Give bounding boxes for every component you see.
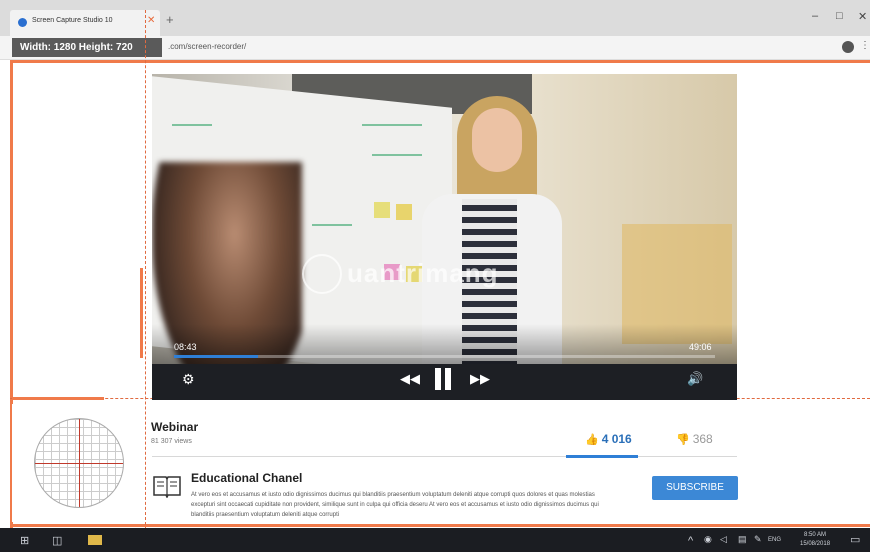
capture-border-top: [10, 60, 870, 63]
capture-handle-bottom-left[interactable]: [12, 397, 104, 400]
taskbar: ⊞ ◫ ^ ◉ ◁ ▤ ✎ ENG 8:50 AM 15/08/2018 ▭: [0, 528, 870, 552]
magnifier-crosshair: [34, 418, 124, 508]
notification-icon[interactable]: ▭: [850, 533, 860, 546]
close-window-button[interactable]: ✕: [858, 10, 867, 23]
subscribe-button[interactable]: SUBSCRIBE: [652, 476, 738, 500]
pause-button[interactable]: [432, 368, 454, 390]
whiteboard-writing: [172, 124, 212, 126]
speaker-icon[interactable]: ◁: [720, 534, 727, 545]
forward-button[interactable]: ▶▶: [470, 372, 490, 386]
like-ratio-fill: [566, 455, 638, 458]
progress-fill: [174, 355, 258, 358]
presenter-face: [472, 108, 522, 172]
whiteboard-writing: [362, 124, 422, 126]
app-favicon-icon: [18, 18, 27, 27]
browser-menu-icon[interactable]: ⋮: [860, 40, 870, 51]
pause-bar-icon: [445, 368, 451, 390]
capture-dimensions-label: Width: 1280 Height: 720: [12, 38, 162, 57]
guide-line-vertical: [145, 10, 146, 530]
dislike-count: 368: [692, 432, 713, 446]
extension-icon[interactable]: [842, 41, 854, 53]
total-time: 49:06: [689, 342, 712, 352]
current-time: 08:43: [174, 342, 197, 352]
task-view-icon[interactable]: ◫: [52, 534, 62, 547]
rewind-button[interactable]: ◀◀: [400, 372, 420, 386]
browser-tab-bar: Screen Capture Studio 10 ✕ + – □ ✕: [0, 0, 870, 36]
channel-description: At vero eos et accusamus et iusto odio d…: [191, 492, 599, 518]
watermark: uantrimang: [347, 258, 499, 288]
like-button[interactable]: 👍 4 016: [585, 432, 632, 446]
minimize-button[interactable]: –: [812, 10, 818, 22]
like-count: 4 016: [601, 432, 632, 446]
language-indicator[interactable]: ENG: [768, 537, 781, 543]
screen: Screen Capture Studio 10 ✕ + – □ ✕ .com/…: [0, 0, 870, 552]
book-icon: [153, 476, 181, 498]
sticky-note: [396, 204, 412, 220]
browser-tab[interactable]: Screen Capture Studio 10 ✕: [10, 10, 160, 36]
sticky-note: [374, 202, 390, 218]
pen-icon[interactable]: ✎: [754, 534, 762, 545]
network-icon[interactable]: ▤: [738, 534, 747, 545]
tab-title: Screen Capture Studio 10: [32, 17, 113, 24]
file-explorer-icon[interactable]: [88, 535, 102, 545]
clock-time[interactable]: 8:50 AM: [804, 532, 826, 538]
capture-border-bottom: [10, 524, 870, 527]
volume-button[interactable]: 🔊: [687, 372, 703, 386]
dislike-button[interactable]: 👎 368: [676, 432, 713, 446]
whiteboard-writing: [372, 154, 422, 156]
maximize-button[interactable]: □: [836, 10, 843, 22]
view-count: 81 307 views: [151, 438, 192, 445]
tab-close-icon[interactable]: ✕: [147, 15, 155, 26]
channel-name[interactable]: Educational Chanel: [191, 471, 302, 485]
tray-chevron-icon[interactable]: ^: [688, 535, 693, 547]
like-ratio-bar: [152, 456, 737, 457]
whiteboard-writing: [312, 224, 352, 226]
url-text[interactable]: .com/screen-recorder/: [168, 42, 246, 51]
thumbs-down-icon: 👎: [676, 434, 690, 446]
crosshair-vertical: [79, 419, 80, 507]
clock-date[interactable]: 15/08/2018: [800, 541, 830, 547]
tray-icon[interactable]: ◉: [704, 534, 712, 545]
video-title: Webinar: [151, 420, 199, 434]
capture-handle-left[interactable]: [140, 268, 143, 358]
windows-start-icon[interactable]: ⊞: [20, 534, 29, 547]
thumbs-up-icon: 👍: [585, 434, 599, 446]
video-player[interactable]: uantrimang 08:43 49:06 ⚙ ◀◀ ▶▶ 🔊: [152, 74, 737, 400]
progress-bar[interactable]: [174, 355, 715, 358]
pause-bar-icon: [435, 368, 441, 390]
new-tab-button[interactable]: +: [166, 12, 174, 27]
watermark-logo: [302, 254, 342, 294]
settings-gear-icon[interactable]: ⚙: [182, 372, 195, 386]
